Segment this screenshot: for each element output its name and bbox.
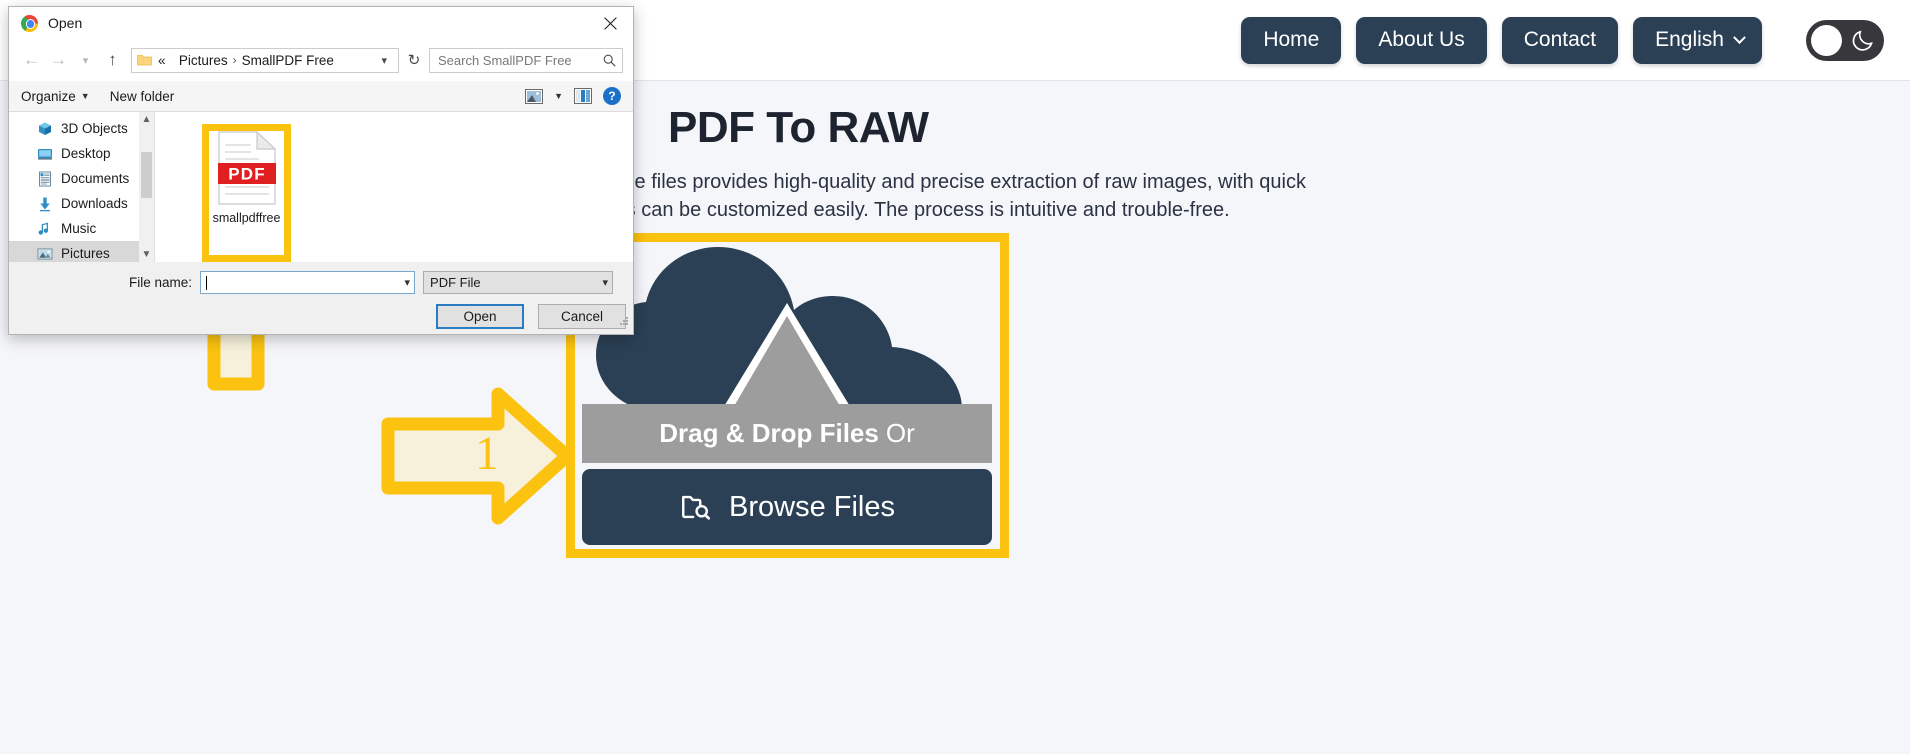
music-icon <box>38 222 49 235</box>
breadcrumb-pictures[interactable]: Pictures <box>179 53 228 68</box>
help-icon[interactable]: ? <box>603 87 621 105</box>
dialog-toolbar: Organize ▼ New folder ▼ ? <box>9 81 633 112</box>
chrome-logo-icon <box>21 14 38 32</box>
top-navigation: Home About Us Contact English <box>1241 16 1884 64</box>
pictures-icon <box>37 248 53 259</box>
view-chevron-down-icon[interactable]: ▼ <box>554 91 563 101</box>
back-icon[interactable]: ← <box>19 47 44 73</box>
sidebar-label: Desktop <box>61 146 111 161</box>
open-button[interactable]: Open <box>436 304 524 329</box>
dialog-button-row: Open Cancel <box>9 304 633 329</box>
organize-menu[interactable]: Organize ▼ <box>21 89 100 104</box>
nav-contact-button[interactable]: Contact <box>1501 16 1619 64</box>
crumb-separator-0 <box>171 53 174 67</box>
up-one-level-icon[interactable]: ↑ <box>100 47 125 73</box>
drag-drop-text: Drag & Drop Files <box>659 418 879 448</box>
file-type-value: PDF File <box>430 275 481 290</box>
search-input[interactable]: Search SmallPDF Free <box>429 47 623 73</box>
sidebar-item-pictures[interactable]: Pictures <box>9 241 154 262</box>
sidebar-label: Downloads <box>61 196 128 211</box>
chevron-down-icon: ▼ <box>80 91 90 101</box>
documents-icon <box>39 171 51 186</box>
close-icon[interactable] <box>587 7 633 39</box>
address-prefix: « <box>158 52 166 68</box>
dialog-footer: File name: ▾ PDF File ▾ Open Cancel <box>9 262 633 329</box>
pdf-file-icon: PDF <box>217 131 276 205</box>
drag-drop-or-text: Or <box>885 418 915 448</box>
3d-objects-icon <box>39 122 51 135</box>
refresh-icon[interactable]: ↻ <box>401 48 427 73</box>
text-caret <box>206 275 208 290</box>
dialog-title: Open <box>48 15 83 31</box>
folder-search-icon <box>682 495 711 520</box>
crumb-separator-1: › <box>232 53 237 67</box>
organize-label: Organize <box>21 88 76 104</box>
drag-drop-label-bar: Drag & Drop Files Or <box>582 404 992 463</box>
chevron-up-icon[interactable]: ▲ <box>142 112 152 127</box>
dialog-titlebar: Open <box>9 7 633 39</box>
cloud-upload-icon <box>582 243 992 423</box>
annotation-1-number: 1 <box>475 427 499 480</box>
scrollbar-thumb[interactable] <box>141 152 152 198</box>
sidebar-item-downloads[interactable]: Downloads <box>9 191 154 216</box>
new-folder-button[interactable]: New folder <box>100 89 185 104</box>
sidebar-item-desktop[interactable]: Desktop <box>9 141 154 166</box>
new-folder-label: New folder <box>109 88 175 104</box>
address-bar[interactable]: « Pictures › SmallPDF Free ▾ <box>131 47 399 73</box>
file-name-row: File name: ▾ PDF File ▾ <box>9 271 633 294</box>
file-type-select[interactable]: PDF File ▾ <box>423 271 614 294</box>
browse-files-label: Browse Files <box>729 490 895 523</box>
folder-icon <box>137 55 152 66</box>
downloads-icon <box>40 197 50 211</box>
sidebar-label: 3D Objects <box>61 121 128 136</box>
file-item-smallpdffree[interactable]: PDF smallpdffree <box>209 131 284 225</box>
sidebar-label: Documents <box>61 171 130 186</box>
dialog-navigation-bar: ← → ▾ ↑ « Pictures › SmallPDF Free ▾ ↻ S… <box>9 39 633 81</box>
toggle-knob <box>1811 24 1842 56</box>
dialog-sidebar: 3D Objects Desktop Documents Downloads M… <box>9 112 155 262</box>
open-file-dialog: Open ← → ▾ ↑ « Pictures › SmallPDF Free … <box>8 6 634 335</box>
chevron-down-icon <box>1733 30 1746 44</box>
sidebar-label: Pictures <box>61 246 110 261</box>
preview-pane-icon[interactable] <box>574 88 592 104</box>
file-dropzone[interactable]: Drag & Drop Files Or Browse Files <box>582 243 992 545</box>
chevron-down-icon[interactable]: ▾ <box>405 276 411 289</box>
file-name-input[interactable]: ▾ <box>200 271 416 294</box>
annotation-arrow-1: 1 <box>380 386 575 526</box>
desktop-icon <box>38 148 52 160</box>
recent-locations-icon[interactable]: ▾ <box>73 47 98 73</box>
chevron-down-icon[interactable]: ▼ <box>142 247 152 262</box>
file-name-label: smallpdffree <box>212 211 281 225</box>
sidebar-item-music[interactable]: Music <box>9 216 154 241</box>
sidebar-scrollbar[interactable]: ▲ ▼ <box>139 112 154 262</box>
moon-icon <box>1852 30 1873 51</box>
help-glyph: ? <box>608 89 616 103</box>
dialog-body: 3D Objects Desktop Documents Downloads M… <box>9 112 633 262</box>
nav-home-button[interactable]: Home <box>1241 16 1342 64</box>
search-placeholder: Search SmallPDF Free <box>438 52 572 68</box>
language-label: English <box>1655 28 1724 51</box>
page-title: PDF To RAW <box>668 103 929 152</box>
nav-about-us-button[interactable]: About Us <box>1356 16 1487 64</box>
sidebar-item-3d-objects[interactable]: 3D Objects <box>9 116 154 141</box>
sidebar-item-documents[interactable]: Documents <box>9 166 154 191</box>
file-name-label-text: File name: <box>129 275 193 290</box>
view-layout-icon[interactable] <box>525 88 544 104</box>
browse-files-button[interactable]: Browse Files <box>582 469 992 545</box>
breadcrumb-smallpdf-free[interactable]: SmallPDF Free <box>242 53 334 68</box>
dark-mode-toggle[interactable] <box>1806 19 1884 61</box>
file-list-pane[interactable]: PDF smallpdffree <box>155 112 633 262</box>
svg-text:PDF: PDF <box>228 165 266 184</box>
cancel-button[interactable]: Cancel <box>538 304 626 329</box>
search-icon <box>603 54 616 67</box>
toolbar-right-group: ▼ ? <box>525 87 621 105</box>
chevron-down-icon: ▾ <box>602 277 609 289</box>
forward-icon[interactable]: → <box>46 47 71 73</box>
resize-grip-icon[interactable] <box>618 315 630 327</box>
sidebar-label: Music <box>61 221 97 236</box>
address-chevron-down-icon[interactable]: ▾ <box>374 54 394 67</box>
language-selector[interactable]: English <box>1633 16 1762 64</box>
